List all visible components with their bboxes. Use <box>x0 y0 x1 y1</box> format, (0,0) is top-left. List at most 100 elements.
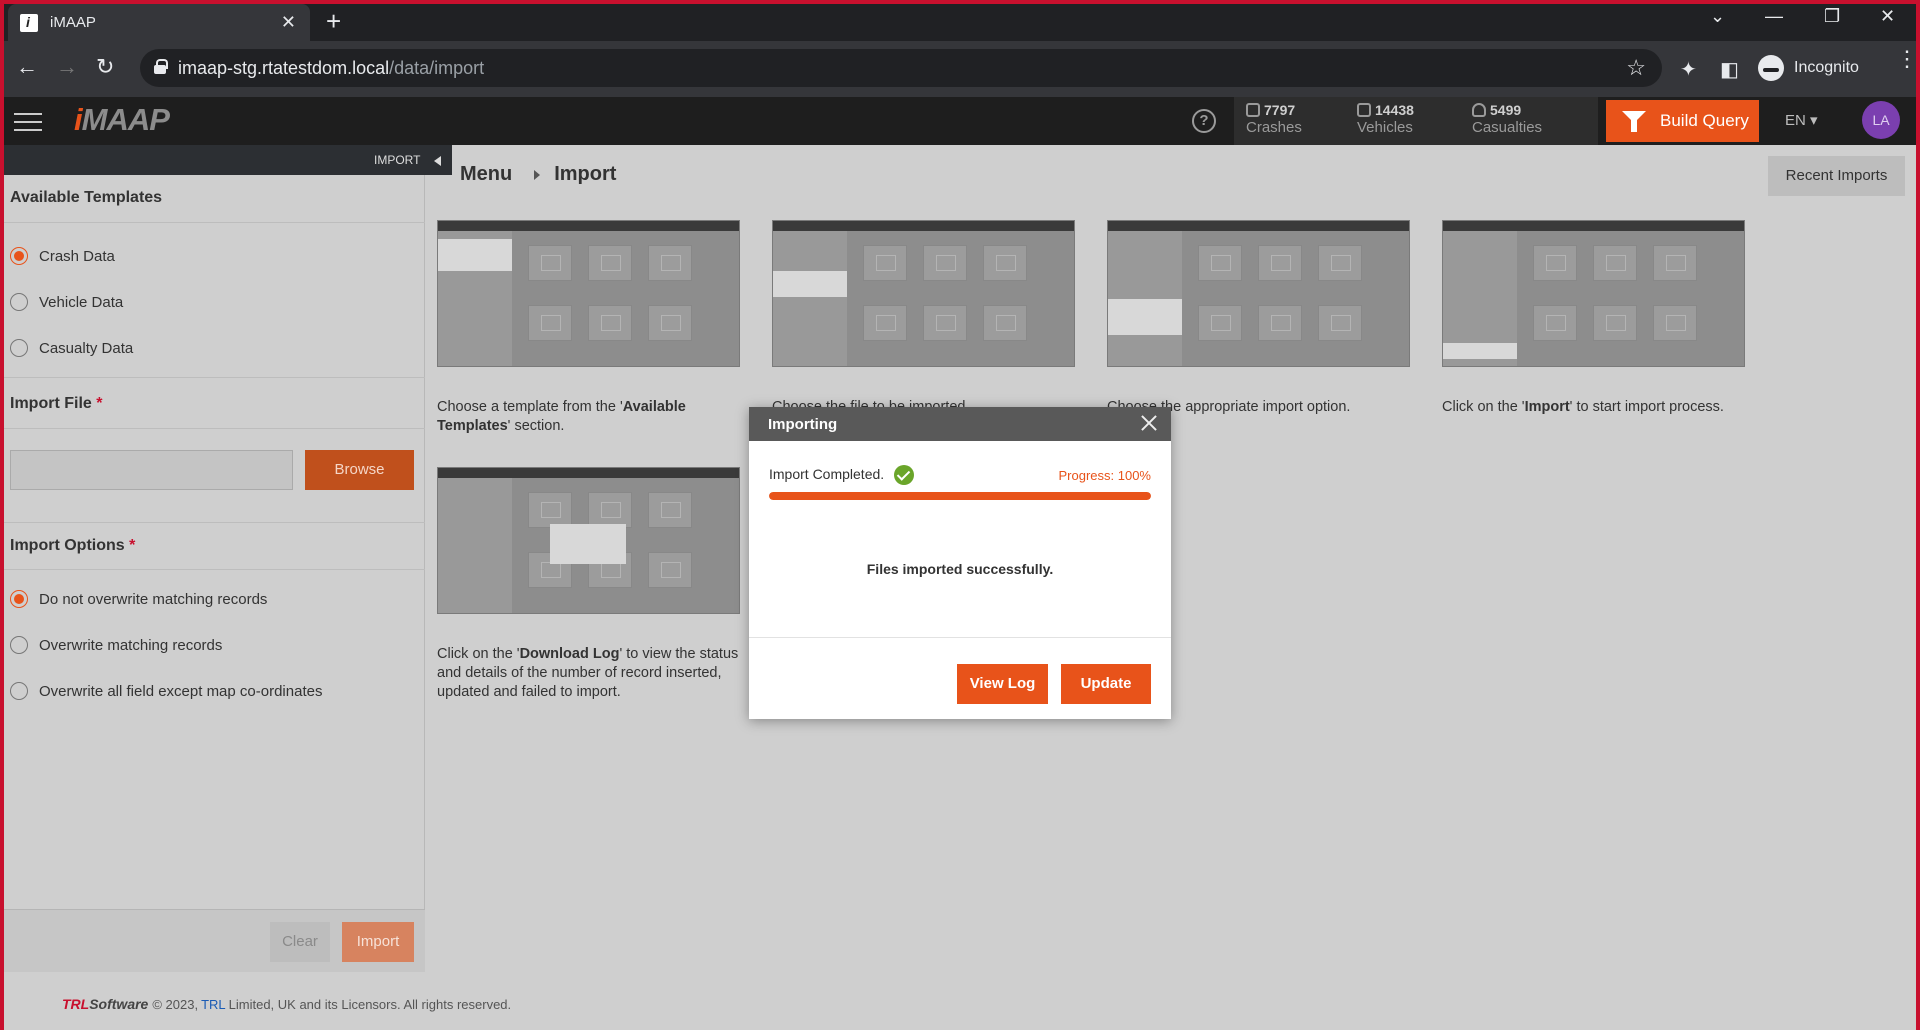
browser-toolbar: ← → ↻ imaap-stg.rtatestdom.local/data/im… <box>0 41 1920 97</box>
breadcrumb-menu[interactable]: Menu <box>460 163 512 186</box>
stat-value: 14438 <box>1375 102 1414 118</box>
person-icon <box>1472 103 1486 117</box>
radio-label: Do not overwrite matching records <box>39 590 268 608</box>
window-close-icon[interactable]: ✕ <box>1880 6 1895 27</box>
radio-button[interactable] <box>10 636 28 654</box>
incognito-indicator[interactable]: Incognito <box>1758 49 1859 87</box>
browser-tabstrip: iMAAP ✕ + ⌄ — ❐ ✕ <box>0 0 1920 41</box>
stats-bar: 7797 Crashes 14438 Vehicles 5499 Casualt… <box>1234 97 1598 145</box>
sidebar-actions: Clear Import <box>4 909 425 972</box>
reload-icon[interactable]: ↻ <box>96 54 114 80</box>
url-text: imaap-stg.rtatestdom.local/data/import <box>178 58 485 78</box>
collapse-arrow-icon[interactable] <box>434 156 441 166</box>
build-query-label: Build Query <box>1660 111 1749 130</box>
radio-do-not-overwrite[interactable]: Do not overwrite matching records <box>10 590 267 608</box>
copyright-text-rest: Limited, UK and its Licensors. All right… <box>228 996 512 1012</box>
update-button[interactable]: Update <box>1061 664 1151 704</box>
stat-label: Vehicles <box>1357 119 1413 136</box>
import-sidebar: IMPORT Available Templates Crash Data Ve… <box>4 145 452 972</box>
car-crash-icon <box>1246 103 1260 117</box>
address-bar[interactable]: imaap-stg.rtatestdom.local/data/import ☆ <box>140 49 1662 87</box>
dialog-close-icon[interactable] <box>1139 413 1159 433</box>
radio-label: Crash Data <box>39 247 115 265</box>
stat-value: 7797 <box>1264 102 1296 118</box>
breadcrumb: Menu Import <box>460 163 616 186</box>
build-query-button[interactable]: Build Query <box>1606 100 1759 142</box>
radio-button[interactable] <box>10 339 28 357</box>
radio-crash-data[interactable]: Crash Data <box>10 247 115 265</box>
sidebar-tag: IMPORT <box>374 153 421 167</box>
minimize-icon[interactable]: — <box>1765 6 1783 27</box>
radio-overwrite-except-coords[interactable]: Overwrite all field except map co-ordina… <box>10 682 322 700</box>
caret-right-icon <box>534 169 541 180</box>
import-options-title: Import Options * <box>4 522 425 570</box>
import-button[interactable]: Import <box>342 922 414 962</box>
copyright-text: © 2023, <box>152 996 199 1012</box>
bookmark-star-icon[interactable]: ☆ <box>1626 55 1646 81</box>
tab-search-icon[interactable]: ⌄ <box>1710 6 1725 27</box>
trl-software-logo: TRLSoftware <box>62 996 149 1012</box>
divider <box>4 377 425 378</box>
help-icon[interactable]: ? <box>1192 109 1216 133</box>
language-select[interactable]: EN ▾ <box>1785 111 1818 129</box>
stat-label: Casualties <box>1472 119 1543 136</box>
importing-dialog: Importing Import Completed. Progress: 10… <box>749 407 1171 719</box>
radio-button[interactable] <box>10 590 28 608</box>
user-avatar[interactable]: LA <box>1862 101 1900 139</box>
radio-button[interactable] <box>10 293 28 311</box>
imaap-favicon-icon <box>20 13 38 32</box>
progress-bar <box>769 492 1151 500</box>
breadcrumb-import: Import <box>554 163 617 185</box>
tab-close-icon[interactable]: ✕ <box>281 12 296 33</box>
hamburger-menu-icon[interactable] <box>14 113 42 131</box>
step-3-screenshot <box>1107 220 1410 367</box>
dialog-title: Importing <box>749 407 1171 441</box>
page-footer: TRLSoftware © 2023, TRL Limited, UK and … <box>62 996 511 1012</box>
step-5-screenshot <box>437 467 740 614</box>
forward-icon[interactable]: → <box>56 54 78 80</box>
incognito-icon <box>1758 55 1784 81</box>
radio-button[interactable] <box>10 682 28 700</box>
radio-overwrite-matching[interactable]: Overwrite matching records <box>10 636 222 654</box>
sidebar-header: IMPORT <box>4 145 452 175</box>
progress-bar-fill <box>769 492 1151 500</box>
back-icon[interactable]: ← <box>16 54 38 80</box>
tab-title: iMAAP <box>50 14 96 31</box>
radio-casualty-data[interactable]: Casualty Data <box>10 339 133 357</box>
radio-vehicle-data[interactable]: Vehicle Data <box>10 293 123 311</box>
step-4-screenshot <box>1442 220 1745 367</box>
imaap-logo[interactable]: iMAAP <box>74 102 170 138</box>
recent-imports-button[interactable]: Recent Imports <box>1768 156 1905 196</box>
incognito-label: Incognito <box>1794 59 1859 76</box>
view-log-button[interactable]: View Log <box>957 664 1048 704</box>
progress-label: Progress: 100% <box>1058 468 1152 483</box>
step-2-screenshot <box>772 220 1075 367</box>
app-header: iMAAP ? 7797 Crashes 14438 Vehicles 5499… <box>0 97 1920 145</box>
step-1-caption: Choose a template from the 'Available Te… <box>437 399 686 434</box>
radio-label: Vehicle Data <box>39 293 124 311</box>
clear-button[interactable]: Clear <box>270 922 330 962</box>
browser-menu-icon[interactable]: ⋮ <box>1896 48 1918 70</box>
radio-label: Casualty Data <box>39 339 134 357</box>
car-icon <box>1357 103 1371 117</box>
step-1-screenshot <box>437 220 740 367</box>
radio-button[interactable] <box>10 247 28 265</box>
step-5-caption: Click on the 'Download Log' to view the … <box>437 646 739 700</box>
step-4-caption: Click on the 'Import' to start import pr… <box>1442 399 1724 415</box>
extensions-icon[interactable]: ✦ <box>1680 57 1697 82</box>
side-panel-icon[interactable]: ◧ <box>1720 57 1739 82</box>
stat-label: Crashes <box>1246 119 1302 136</box>
file-path-input[interactable] <box>10 450 293 490</box>
check-circle-icon <box>894 465 914 485</box>
import-status: Import Completed. <box>769 466 885 482</box>
browser-tab[interactable]: iMAAP ✕ <box>8 4 310 41</box>
browse-button[interactable]: Browse <box>305 450 414 490</box>
filter-icon <box>1622 111 1646 132</box>
new-tab-icon[interactable]: + <box>326 6 341 37</box>
trl-link[interactable]: TRL <box>201 997 226 1012</box>
lock-icon <box>154 59 168 74</box>
restore-icon[interactable]: ❐ <box>1824 6 1840 27</box>
available-templates-title: Available Templates <box>4 175 425 223</box>
dialog-footer: View Log Update <box>749 637 1171 719</box>
success-message: Files imported successfully. <box>866 561 1054 577</box>
